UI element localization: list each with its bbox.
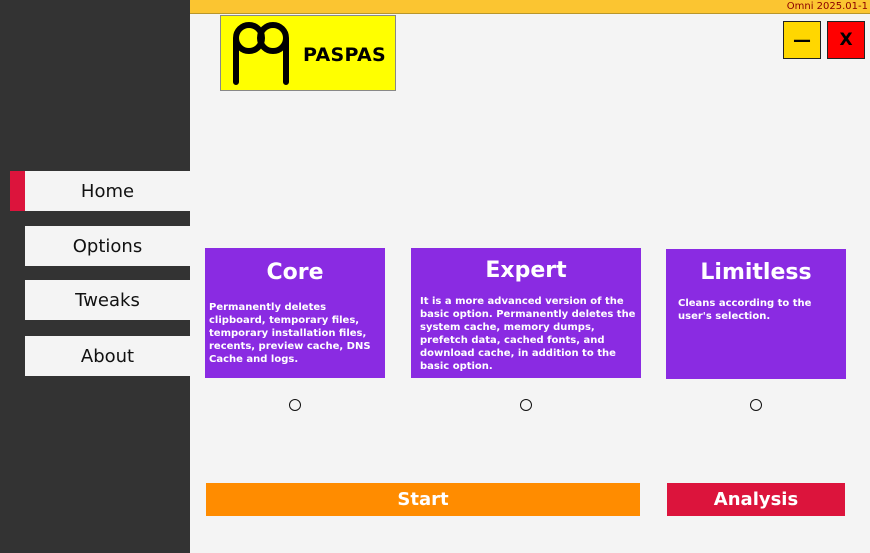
sidebar	[0, 0, 190, 553]
mode-card-limitless[interactable]: Limitless Cleans according to the user's…	[666, 249, 846, 379]
sidebar-item-tweaks[interactable]: Tweaks	[25, 280, 190, 320]
start-button[interactable]: Start	[206, 483, 640, 516]
radio-limitless[interactable]	[750, 399, 762, 411]
radio-expert[interactable]	[520, 399, 532, 411]
close-button[interactable]: X	[827, 21, 865, 59]
mode-title-expert: Expert	[485, 258, 567, 283]
sidebar-item-about[interactable]: About	[25, 336, 190, 376]
sidebar-item-home[interactable]: Home	[25, 171, 190, 211]
mode-card-core[interactable]: Core Permanently deletes clipboard, temp…	[205, 248, 385, 378]
paspas-logo-icon	[233, 22, 289, 85]
analysis-button[interactable]: Analysis	[667, 483, 845, 516]
mode-title-limitless: Limitless	[700, 260, 812, 285]
mode-description-expert: It is a more advanced version of the bas…	[420, 296, 636, 372]
mode-title-core: Core	[266, 260, 324, 285]
version-label: Omni 2025.01-1	[786, 1, 868, 12]
title-bar[interactable]: Omni 2025.01-1	[190, 0, 870, 14]
radio-core[interactable]	[289, 399, 301, 411]
mode-description-limitless: Cleans according to the user's selection…	[678, 298, 812, 322]
active-nav-indicator	[10, 171, 25, 211]
app-logo: PASPAS	[220, 15, 396, 91]
mode-card-expert[interactable]: Expert It is a more advanced version of …	[411, 248, 641, 378]
minimize-button[interactable]: —	[783, 21, 821, 59]
sidebar-item-options[interactable]: Options	[25, 226, 190, 266]
mode-description-core: Permanently deletes clipboard, temporary…	[209, 302, 371, 365]
logo-text: PASPAS	[303, 44, 386, 66]
